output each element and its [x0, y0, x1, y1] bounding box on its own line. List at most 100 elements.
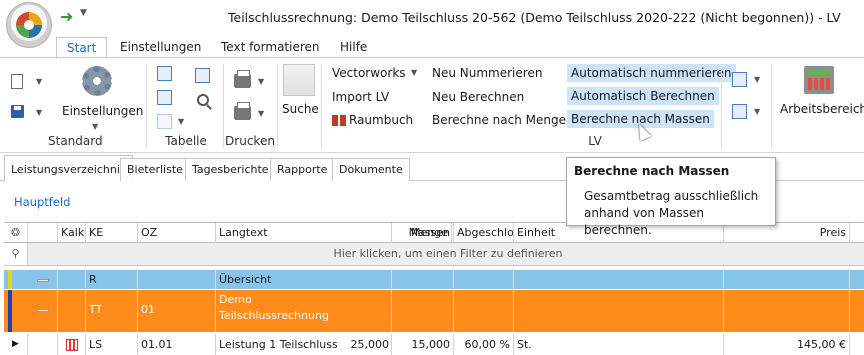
cell-oz[interactable]: 01.01 [138, 334, 216, 355]
chevron-down-icon[interactable]: ▼ [411, 68, 417, 77]
cell-abgeschlossen[interactable]: 60,00 % [454, 334, 514, 355]
cell-abgeschlossen[interactable] [454, 290, 514, 332]
tooltip-title: Berechne nach Massen [574, 164, 730, 178]
print-preview-icon[interactable] [234, 102, 251, 120]
chevron-down-icon[interactable]: ▼ [754, 75, 760, 84]
qat-dropdown-icon[interactable]: ▼ [80, 8, 87, 18]
save-icon[interactable] [11, 105, 24, 118]
filter-icon[interactable]: ⚲ [4, 243, 28, 265]
printer-icon[interactable] [234, 70, 251, 88]
settings-gear-icon[interactable] [82, 66, 112, 96]
cell-menge[interactable]: 25,000 [334, 334, 392, 355]
cell-einheit[interactable]: St. [514, 334, 724, 355]
langtext-line: Teilschlussrechnung [219, 309, 329, 322]
cell-langtext[interactable]: Übersicht [216, 270, 392, 289]
filter-hint[interactable]: Hier klicken, um einen Filter zu definie… [32, 243, 864, 265]
tab-start[interactable]: Start [56, 37, 108, 59]
group-label-tabelle: Tabelle [165, 134, 207, 148]
tab-dokumente[interactable]: Dokumente [332, 158, 410, 181]
hauptfeld-link[interactable]: Hauptfeld [14, 195, 70, 209]
column-header-kalk[interactable]: Kalk [58, 223, 86, 242]
cell-langtext[interactable]: Demo Teilschlussrechnung [216, 290, 392, 332]
automatisch-nummerieren-toggle[interactable]: Automatisch nummerieren [567, 64, 736, 82]
tab-einstellungen[interactable]: Einstellungen [110, 37, 211, 59]
tooltip-body: Gesamtbetrag ausschließlich anhand von M… [584, 188, 775, 239]
table-row[interactable]: R Übersicht [4, 270, 864, 290]
collapse-icon[interactable] [28, 290, 58, 332]
cell-oz[interactable] [138, 270, 216, 289]
cell-kalk [58, 270, 86, 289]
table-row[interactable]: TT 01 Demo Teilschlussrechnung [4, 290, 864, 333]
cell-einheit[interactable] [514, 290, 724, 332]
tab-tagesberichte[interactable]: Tagesberichte [185, 158, 276, 181]
indent-icon[interactable] [157, 90, 172, 105]
tab-leistungsverzeichnis[interactable]: Leistungsverzeichnis [4, 155, 133, 182]
cell-massen[interactable]: 15,000 [392, 334, 454, 355]
column-header-massen[interactable]: Massen [394, 223, 454, 242]
cell-einheit[interactable] [514, 270, 724, 289]
copy-icon[interactable] [732, 72, 747, 87]
collapse-icon[interactable] [28, 270, 58, 289]
neu-nummerieren-button[interactable]: Neu Nummerieren [428, 64, 546, 82]
column-header-ke[interactable]: KE [86, 223, 138, 242]
tab-bieterliste[interactable]: Bieterliste [120, 158, 190, 181]
cell-preis[interactable] [724, 290, 850, 332]
cell-menge[interactable] [392, 290, 454, 332]
calculation-icon[interactable] [58, 334, 86, 355]
chevron-down-icon[interactable]: ▼ [36, 108, 42, 117]
cell-ke[interactable]: TT [86, 290, 138, 332]
tab-text-formatieren[interactable]: Text formatieren [211, 37, 330, 59]
cell-ke[interactable]: R [86, 270, 138, 289]
ribbon-separator [771, 64, 772, 148]
cell-oz[interactable]: 01 [138, 290, 216, 332]
group-label-standard: Standard [48, 134, 103, 148]
einstellungen-button[interactable]: Einstellungen [58, 102, 147, 120]
group-label-drucken: Drucken [225, 134, 275, 148]
new-document-icon[interactable] [11, 74, 23, 89]
filter-row[interactable]: ⚲ Hier klicken, um einen Filter zu defin… [4, 243, 864, 266]
chevron-down-icon[interactable]: ▼ [258, 109, 264, 118]
chevron-down-icon[interactable]: ▼ [258, 77, 264, 86]
suche-button[interactable]: Suche [278, 100, 323, 118]
search-box-icon[interactable] [283, 64, 315, 96]
table-grid-icon[interactable] [195, 68, 210, 83]
ribbon: ▼ ▼ Einstellungen ▼ Standard ▼ Tabelle ▼… [0, 57, 864, 153]
cell-menge[interactable] [392, 270, 454, 289]
back-arrow-icon[interactable]: ➜ [60, 7, 73, 26]
tab-hilfe[interactable]: Hilfe [330, 37, 377, 59]
cell-preis[interactable]: 145,00 € [724, 334, 850, 355]
raumbuch-button[interactable]: Raumbuch [345, 111, 417, 129]
color-palette-icon[interactable] [732, 104, 747, 119]
tooltip-line: Gesamtbetrag ausschließlich [584, 189, 759, 203]
book-icon [332, 115, 346, 126]
table-row[interactable]: ▶ LS 01.01 Leistung 1 Teilschluss 25,000… [4, 334, 864, 355]
langtext-line: Demo [219, 293, 252, 306]
calculator-icon[interactable] [804, 66, 834, 94]
tab-rapporte[interactable]: Rapporte [270, 158, 335, 181]
column-chooser-icon[interactable]: ❂ [4, 223, 28, 242]
arbeitsbereich-button[interactable]: Arbeitsbereich [776, 100, 864, 118]
chevron-down-icon[interactable]: ▼ [36, 77, 42, 86]
table-add-icon[interactable] [157, 66, 172, 81]
neu-berechnen-button[interactable]: Neu Berechnen [428, 88, 528, 106]
column-header-langtext[interactable]: Langtext [216, 223, 392, 242]
vectorworks-button[interactable]: Vectorworks [328, 64, 410, 82]
automatisch-berechnen-toggle[interactable]: Automatisch Berechnen [567, 87, 719, 105]
table-remove-icon[interactable] [157, 114, 172, 129]
app-logo-icon[interactable] [6, 2, 52, 48]
ribbon-separator [321, 64, 322, 148]
cell-abgeschlossen[interactable] [454, 270, 514, 289]
row-marker [8, 290, 12, 332]
import-lv-button[interactable]: Import LV [328, 88, 393, 106]
berechne-nach-menge-button[interactable]: Berechne nach Menge [428, 111, 570, 129]
search-icon[interactable] [197, 94, 209, 106]
column-header-oz[interactable]: OZ [138, 223, 216, 242]
title-bar: ➜ ▼ Teilschlussrechnung: Demo Teilschlus… [0, 0, 864, 34]
chevron-down-icon[interactable]: ▼ [92, 122, 98, 131]
column-header-abgeschlossen[interactable]: Abgeschlos [454, 223, 514, 242]
window-title: Teilschlussrechnung: Demo Teilschluss 20… [228, 10, 841, 25]
chevron-down-icon[interactable]: ▼ [178, 117, 184, 126]
cell-preis[interactable] [724, 270, 850, 289]
cell-ke[interactable]: LS [86, 334, 138, 355]
chevron-down-icon[interactable]: ▼ [754, 107, 760, 116]
